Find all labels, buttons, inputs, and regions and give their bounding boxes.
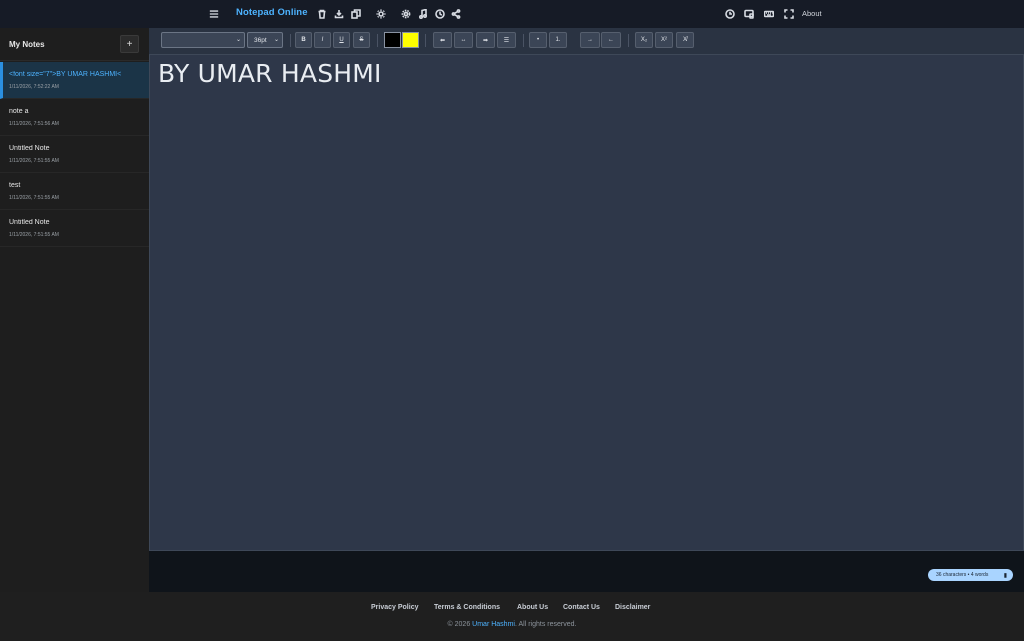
keyboard-icon[interactable] — [763, 8, 775, 20]
note-list-item[interactable]: note a 1/11/2026, 7:51:56 AM — [0, 99, 149, 136]
note-title: Untitled Note — [9, 145, 50, 152]
highlight-color-picker[interactable] — [402, 32, 419, 48]
bullet-list-button[interactable]: • — [529, 32, 547, 48]
word-count-badge: 36 characters • 4 words ▮ — [928, 569, 1013, 581]
copyright-prefix: © 2026 — [447, 621, 473, 628]
note-list-item[interactable]: Untitled Note 1/11/2026, 7:51:55 AM — [0, 136, 149, 173]
footer-link-disclaimer[interactable]: Disclaimer — [615, 604, 650, 611]
divider — [425, 34, 426, 47]
copy-icon[interactable] — [351, 8, 361, 20]
copyright: © 2026 Umar Hashmi. All rights reserved. — [0, 621, 1024, 628]
editor-content[interactable]: BY UMAR HASHMI — [158, 59, 382, 88]
chevron-down-icon: ⌄ — [235, 37, 241, 43]
about-link[interactable]: About — [802, 9, 822, 18]
gear-icon[interactable] — [400, 8, 411, 20]
timer-icon[interactable] — [724, 8, 735, 20]
note-list-item[interactable]: test 1/11/2026, 7:51:55 AM — [0, 173, 149, 210]
note-title: <font size="7">BY UMAR HASHMI< — [9, 71, 122, 78]
align-right-button[interactable]: ➡ — [476, 32, 495, 48]
font-size-value: 36pt — [254, 36, 267, 44]
note-date: 1/11/2026, 7:52:22 AM — [9, 84, 59, 90]
footer-link-about[interactable]: About Us — [517, 604, 548, 611]
clear-format-button[interactable]: X̸ — [676, 32, 694, 48]
text-color-picker[interactable] — [384, 32, 401, 48]
note-list-item[interactable]: Untitled Note 1/11/2026, 7:51:55 AM — [0, 210, 149, 247]
share-icon[interactable] — [451, 8, 461, 20]
indent-button[interactable]: → — [580, 32, 600, 48]
page-footer: Privacy Policy Terms & Conditions About … — [0, 592, 1024, 641]
note-title: note a — [9, 108, 29, 115]
notes-sidebar: My Notes + <font size="7">BY UMAR HASHMI… — [0, 28, 149, 592]
bold-button[interactable]: B — [295, 32, 312, 48]
note-editor[interactable]: BY UMAR HASHMI — [149, 54, 1024, 551]
menu-icon[interactable] — [208, 8, 220, 20]
music-icon[interactable] — [418, 8, 428, 20]
superscript-button[interactable]: X² — [655, 32, 673, 48]
note-date: 1/11/2026, 7:51:55 AM — [9, 158, 59, 164]
outdent-button[interactable]: ← — [601, 32, 621, 48]
top-bar: Notepad Online About — [0, 0, 1024, 28]
divider — [290, 34, 291, 47]
download-icon[interactable] — [334, 8, 344, 20]
note-title: test — [9, 182, 21, 189]
sun-icon[interactable] — [375, 7, 387, 20]
divider — [523, 34, 524, 47]
format-toolbar: ⌄ 36pt ⌄ B I U S ⬅ ↔ ➡ ☰ • 1. → ← X₂ X² … — [149, 28, 1024, 54]
tablet-icon[interactable] — [743, 8, 755, 20]
underline-button[interactable]: U — [333, 32, 350, 48]
status-bar: 36 characters • 4 words ▮ — [149, 551, 1024, 592]
align-left-button[interactable]: ⬅ — [433, 32, 452, 48]
divider — [377, 34, 378, 47]
word-count-text: 36 characters • 4 words — [936, 572, 989, 578]
note-list-item[interactable]: <font size="7">BY UMAR HASHMI< 1/11/2026,… — [0, 62, 149, 99]
note-date: 1/11/2026, 7:51:55 AM — [9, 195, 59, 201]
trash-icon[interactable] — [317, 8, 327, 20]
copyright-suffix: . All rights reserved. — [514, 621, 577, 628]
footer-link-privacy[interactable]: Privacy Policy — [371, 604, 418, 611]
note-date: 1/11/2026, 7:51:55 AM — [9, 232, 59, 238]
fullscreen-icon[interactable] — [783, 8, 794, 20]
subscript-button[interactable]: X₂ — [635, 32, 653, 48]
align-center-button[interactable]: ↔ — [454, 32, 473, 48]
sidebar-header: My Notes + — [0, 28, 149, 61]
strikethrough-button[interactable]: S — [353, 32, 370, 48]
italic-button[interactable]: I — [314, 32, 331, 48]
sidebar-title: My Notes — [9, 40, 45, 49]
app-title[interactable]: Notepad Online — [236, 7, 308, 18]
align-justify-button[interactable]: ☰ — [497, 32, 516, 48]
add-note-button[interactable]: + — [120, 35, 139, 53]
stats-icon: ▮ — [1003, 573, 1007, 579]
chevron-down-icon: ⌄ — [273, 37, 279, 43]
author-link[interactable]: Umar Hashmi — [472, 621, 515, 628]
note-title: Untitled Note — [9, 219, 50, 226]
footer-link-contact[interactable]: Contact Us — [563, 604, 600, 611]
footer-link-terms[interactable]: Terms & Conditions — [434, 604, 500, 611]
divider — [628, 34, 629, 47]
font-size-select[interactable]: 36pt ⌄ — [247, 32, 283, 48]
numbered-list-button[interactable]: 1. — [549, 32, 567, 48]
font-family-select[interactable]: ⌄ — [161, 32, 245, 48]
clock-icon[interactable] — [434, 8, 445, 20]
note-date: 1/11/2026, 7:51:56 AM — [9, 121, 59, 127]
